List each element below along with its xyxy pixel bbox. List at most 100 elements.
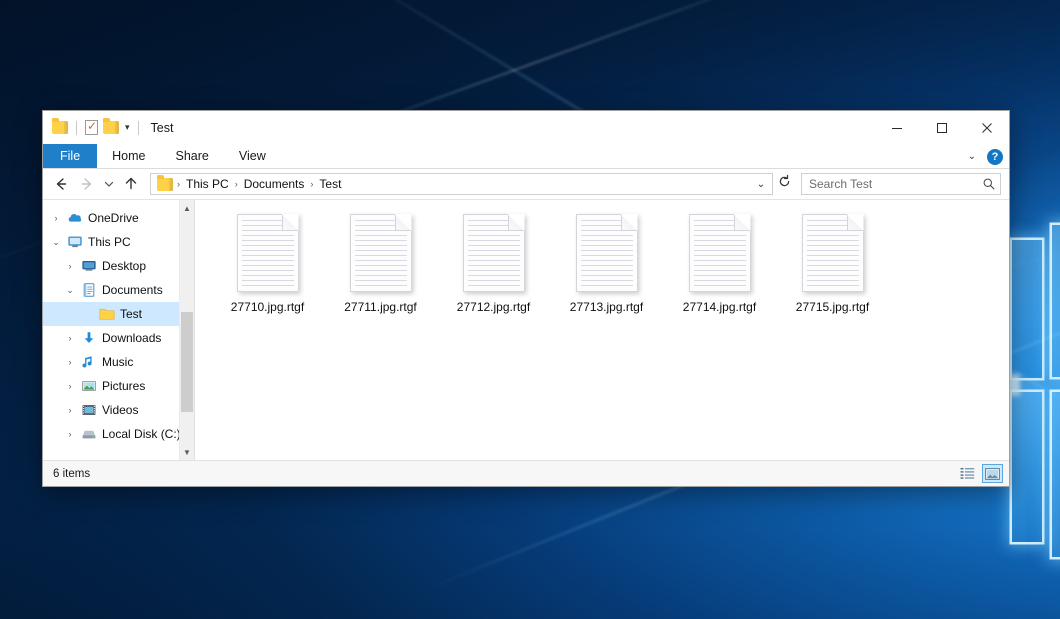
properties-icon[interactable] (85, 120, 98, 135)
wallpaper-logo-pane (1052, 225, 1060, 377)
file-item[interactable]: 27711.jpg.rtgf (324, 214, 437, 338)
window-body: › OneDrive ⌄ This PC › (43, 200, 1009, 460)
chevron-right-icon[interactable]: › (61, 333, 79, 343)
documents-icon (79, 282, 99, 298)
disk-icon (79, 426, 99, 442)
monitor-icon (65, 234, 85, 250)
file-list-pane[interactable]: 27710.jpg.rtgf 27711.jpg.rtgf 27712.jpg.… (195, 200, 1009, 460)
document-icon[interactable] (350, 214, 412, 292)
sidebar-item-videos[interactable]: › Videos (43, 398, 194, 422)
document-icon[interactable] (576, 214, 638, 292)
chevron-right-icon[interactable]: › (61, 357, 79, 367)
sidebar-scrollbar[interactable]: ▲ ▼ (179, 200, 194, 460)
sidebar-item-downloads[interactable]: › Downloads (43, 326, 194, 350)
sidebar-item-label: Downloads (102, 331, 161, 345)
view-mode-buttons (957, 464, 1003, 483)
chevron-right-icon[interactable]: › (61, 381, 79, 391)
refresh-button[interactable] (773, 174, 795, 194)
file-item[interactable]: 27714.jpg.rtgf (663, 214, 776, 338)
divider (76, 121, 77, 135)
sidebar-item-label: Documents (102, 283, 163, 297)
file-item[interactable]: 27710.jpg.rtgf (211, 214, 324, 338)
address-bar-controls: ⌄ (752, 179, 770, 190)
breadcrumb-separator: › (176, 179, 181, 189)
folder-icon (97, 307, 117, 321)
pictures-icon (79, 378, 99, 394)
sidebar-item-music[interactable]: › Music (43, 350, 194, 374)
wallpaper-logo-pane (1012, 240, 1042, 378)
sidebar-item-this-pc[interactable]: ⌄ This PC (43, 230, 194, 254)
up-button[interactable] (118, 171, 144, 197)
document-icon[interactable] (463, 214, 525, 292)
sidebar-item-label: This PC (88, 235, 131, 249)
tab-home[interactable]: Home (97, 144, 160, 168)
sidebar-item-desktop[interactable]: › Desktop (43, 254, 194, 278)
videos-icon (79, 402, 99, 418)
chevron-down-icon[interactable]: ▾ (125, 122, 130, 133)
download-icon (79, 330, 99, 346)
search-icon[interactable] (982, 177, 996, 191)
folder-icon[interactable] (157, 178, 173, 191)
large-icons-view-button[interactable] (982, 464, 1003, 483)
file-item[interactable]: 27713.jpg.rtgf (550, 214, 663, 338)
music-icon (79, 354, 99, 370)
minimize-button[interactable] (874, 111, 919, 144)
sidebar-item-documents[interactable]: ⌄ Documents (43, 278, 194, 302)
chevron-right-icon[interactable]: › (47, 213, 65, 223)
navigation-pane: › OneDrive ⌄ This PC › (43, 200, 195, 460)
file-explorer-window: ▾ Test File Home Share View ⌄ ? (42, 110, 1010, 487)
file-name: 27710.jpg.rtgf (231, 300, 304, 314)
scrollbar-thumb[interactable] (181, 312, 193, 412)
wallpaper-logo-pane (1052, 392, 1060, 557)
breadcrumb-item-documents[interactable]: Documents (240, 177, 309, 191)
search-box[interactable]: Search Test (801, 173, 1001, 195)
tab-file[interactable]: File (43, 144, 97, 168)
address-bar[interactable]: › This PC › Documents › Test ⌄ (150, 173, 773, 195)
document-icon[interactable] (689, 214, 751, 292)
folder-icon[interactable] (52, 121, 68, 134)
file-name: 27713.jpg.rtgf (570, 300, 643, 314)
chevron-down-icon[interactable]: ⌄ (61, 285, 79, 296)
new-folder-icon[interactable] (103, 121, 119, 134)
chevron-down-icon[interactable]: ⌄ (752, 179, 770, 190)
tab-view[interactable]: View (224, 144, 281, 168)
close-button[interactable] (964, 111, 1009, 144)
file-item[interactable]: 27712.jpg.rtgf (437, 214, 550, 338)
search-input[interactable]: Search Test (809, 177, 982, 191)
wallpaper-logo-pane (1012, 392, 1042, 542)
document-icon[interactable] (237, 214, 299, 292)
breadcrumb-item-this-pc[interactable]: This PC (182, 177, 233, 191)
scroll-up-arrow[interactable]: ▲ (180, 200, 194, 216)
status-bar: 6 items (43, 460, 1009, 486)
scroll-down-arrow[interactable]: ▼ (180, 444, 194, 460)
details-view-button[interactable] (957, 464, 978, 483)
recent-locations-button[interactable] (100, 171, 118, 197)
divider (138, 121, 139, 135)
help-icon[interactable]: ? (987, 149, 1003, 165)
cloud-icon (65, 210, 85, 226)
sidebar-item-local-disk-c[interactable]: › Local Disk (C:) (43, 422, 194, 446)
back-button[interactable] (48, 171, 74, 197)
chevron-down-icon[interactable]: ⌄ (47, 237, 65, 248)
file-name: 27714.jpg.rtgf (683, 300, 756, 314)
sidebar-item-pictures[interactable]: › Pictures (43, 374, 194, 398)
folder-tree: › OneDrive ⌄ This PC › (43, 200, 194, 446)
forward-button[interactable] (74, 171, 100, 197)
sidebar-item-label: Music (102, 355, 133, 369)
sidebar-item-label: Local Disk (C:) (102, 427, 181, 441)
ribbon-right-controls: ⌄ ? (968, 144, 1003, 169)
file-item[interactable]: 27715.jpg.rtgf (776, 214, 889, 338)
sidebar-item-label: Pictures (102, 379, 145, 393)
tab-share[interactable]: Share (161, 144, 224, 168)
sidebar-item-label: Desktop (102, 259, 146, 273)
chevron-down-icon[interactable]: ⌄ (968, 151, 976, 162)
sidebar-item-test[interactable]: Test (43, 302, 194, 326)
maximize-button[interactable] (919, 111, 964, 144)
document-icon[interactable] (802, 214, 864, 292)
sidebar-item-onedrive[interactable]: › OneDrive (43, 206, 194, 230)
breadcrumb-separator: › (234, 179, 239, 189)
breadcrumb-item-test[interactable]: Test (315, 177, 345, 191)
chevron-right-icon[interactable]: › (61, 429, 79, 439)
chevron-right-icon[interactable]: › (61, 405, 79, 415)
chevron-right-icon[interactable]: › (61, 261, 79, 271)
